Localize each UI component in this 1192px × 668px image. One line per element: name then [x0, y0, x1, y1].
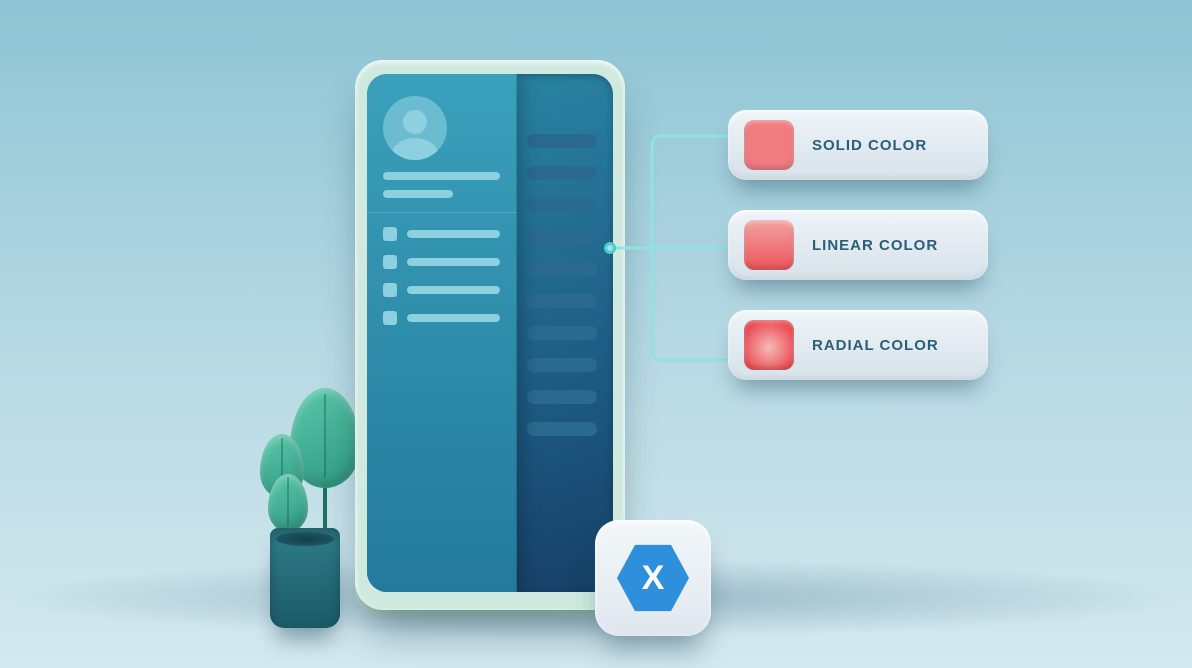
plant-decoration — [250, 528, 360, 628]
avatar-icon — [383, 96, 447, 160]
content-row — [527, 422, 597, 436]
option-label: RADIAL COLOR — [812, 337, 939, 354]
content-row — [527, 326, 597, 340]
phone-mockup — [355, 60, 625, 610]
swatch-linear — [744, 220, 794, 270]
phone-screen — [367, 74, 613, 592]
content-row — [527, 230, 597, 244]
option-card-solid: SOLID COLOR — [728, 110, 988, 180]
connector-node — [604, 242, 616, 254]
profile-sub-placeholder — [383, 190, 453, 198]
swatch-radial — [744, 320, 794, 370]
option-label: LINEAR COLOR — [812, 237, 938, 254]
profile-name-placeholder — [383, 172, 500, 180]
xamarin-glyph: X — [642, 559, 665, 598]
content-row — [527, 166, 597, 180]
xamarin-logo-card: X — [595, 520, 711, 636]
drawer-divider — [367, 212, 516, 213]
content-row — [527, 358, 597, 372]
plant-pot — [270, 528, 340, 628]
swatch-solid — [744, 120, 794, 170]
option-card-linear: LINEAR COLOR — [728, 210, 988, 280]
drawer-menu-item — [383, 283, 500, 297]
content-row — [527, 134, 597, 148]
drawer-menu-item — [383, 311, 500, 325]
xamarin-icon: X — [617, 542, 689, 614]
content-row — [527, 262, 597, 276]
option-label: SOLID COLOR — [812, 137, 927, 154]
content-row — [527, 294, 597, 308]
content-row — [527, 390, 597, 404]
connector-lines — [608, 120, 738, 380]
navigation-drawer — [367, 74, 517, 592]
option-card-radial: RADIAL COLOR — [728, 310, 988, 380]
content-row — [527, 198, 597, 212]
drawer-menu-item — [383, 255, 500, 269]
drawer-menu-item — [383, 227, 500, 241]
